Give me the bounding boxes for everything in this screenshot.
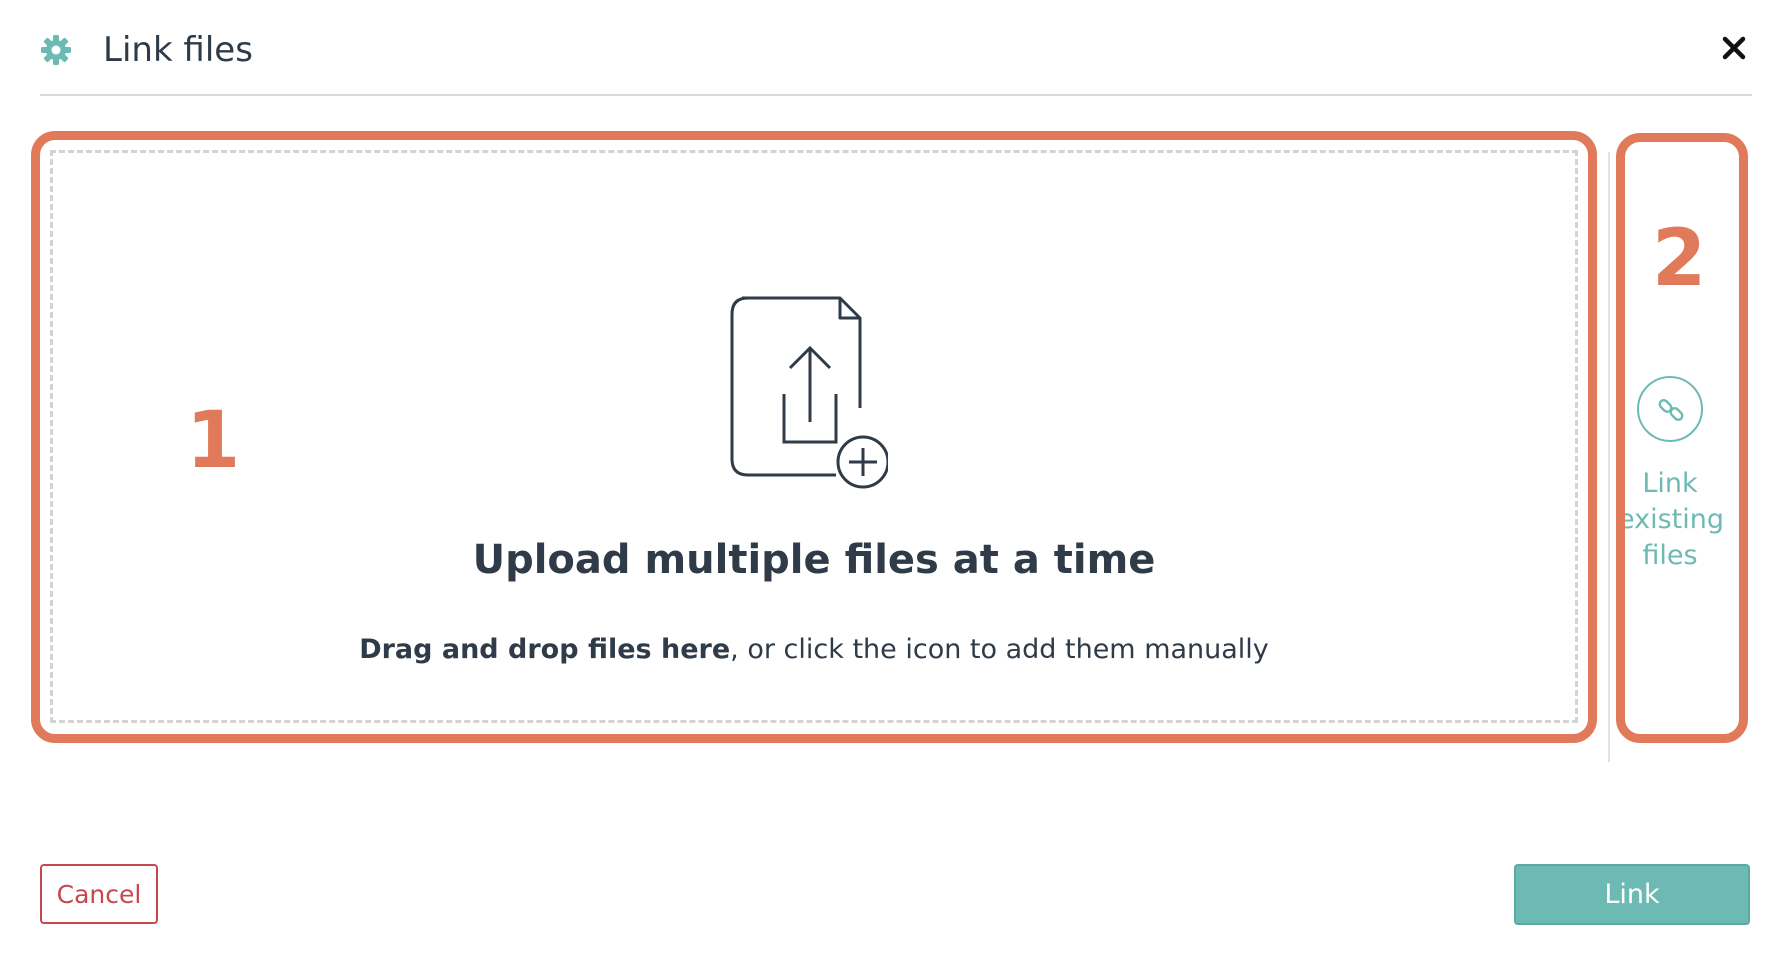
cancel-button[interactable]: Cancel xyxy=(40,864,158,924)
gear-icon xyxy=(40,34,72,66)
annotation-label-2: 2 xyxy=(1652,214,1707,304)
dialog-title: Link files xyxy=(103,30,253,70)
annotation-box-1 xyxy=(31,131,1597,743)
annotation-label-1: 1 xyxy=(186,396,241,486)
link-files-dialog: Link files Upload multiple files at a ti… xyxy=(0,0,1780,959)
dialog-header: Link files xyxy=(40,20,1752,96)
vertical-divider xyxy=(1608,152,1610,762)
link-button[interactable]: Link xyxy=(1514,864,1750,925)
close-icon[interactable] xyxy=(1720,34,1748,62)
